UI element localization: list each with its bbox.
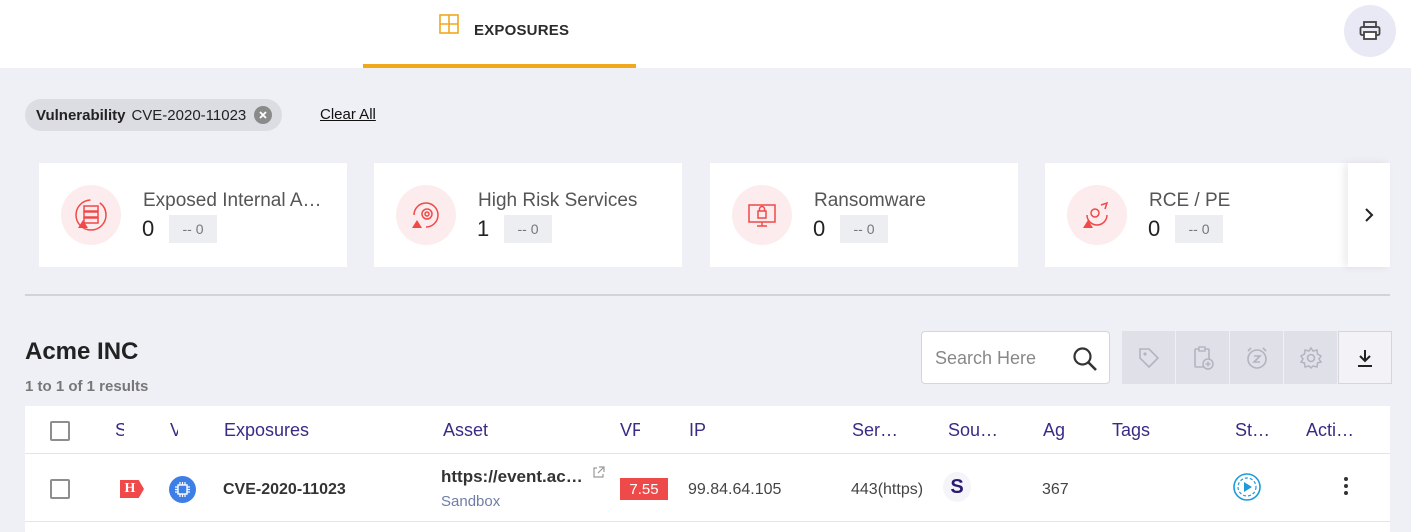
card-title: Exposed Internal A… — [143, 190, 322, 211]
column-header-vpr[interactable]: VF — [620, 420, 640, 441]
column-header-service[interactable]: Ser… — [852, 420, 898, 441]
asset-link[interactable]: https://event.ac… — [441, 467, 583, 487]
column-header-source[interactable]: Sou… — [948, 420, 998, 441]
printer-icon — [1359, 21, 1381, 40]
table-row[interactable]: H CVE-2020-11023 https://event.ac… Sandb… — [25, 454, 1390, 522]
chevron-right-icon — [1365, 208, 1374, 222]
server-alert-icon — [61, 185, 121, 245]
column-header-actions[interactable]: Acti… — [1306, 420, 1354, 441]
card-high-risk-services[interactable]: High Risk Services 1 -- 0 — [374, 163, 682, 267]
external-link-icon[interactable] — [592, 466, 605, 479]
search-box — [921, 331, 1110, 384]
vpr-score-badge: 7.55 — [620, 478, 668, 500]
tag-button[interactable] — [1122, 331, 1176, 384]
card-title: Ransomware — [814, 190, 926, 211]
search-input[interactable] — [935, 346, 1065, 370]
clipboard-add-icon — [1193, 345, 1214, 370]
results-count: 1 to 1 of 1 results — [25, 378, 149, 395]
card-delta: -- 0 — [504, 215, 552, 243]
card-delta: -- 0 — [169, 215, 217, 243]
card-title: RCE / PE — [1149, 190, 1231, 211]
search-icon[interactable] — [1072, 346, 1098, 372]
severity-badge: H — [120, 480, 144, 498]
column-header-age[interactable]: Ag — [1043, 420, 1065, 441]
card-count: 0 — [142, 216, 155, 241]
column-header-asset[interactable]: Asset — [443, 420, 488, 441]
card-count: 0 — [813, 216, 826, 241]
card-delta: -- 0 — [1175, 215, 1223, 243]
column-header-ip[interactable]: IP — [689, 420, 706, 441]
ransomware-monitor-icon — [732, 185, 792, 245]
close-icon[interactable] — [254, 106, 273, 124]
more-options-icon[interactable] — [1343, 476, 1349, 496]
cards-next-button[interactable] — [1348, 163, 1390, 267]
download-button[interactable] — [1338, 331, 1392, 384]
vulnerability-chip-icon — [169, 476, 196, 503]
divider — [25, 294, 1390, 296]
filter-chip: Vulnerability CVE-2020-11023 — [25, 99, 283, 131]
snooze-button[interactable] — [1230, 331, 1284, 384]
card-rce-pe[interactable]: RCE / PE 0 -- 0 — [1045, 163, 1353, 267]
row-checkbox[interactable] — [50, 479, 70, 499]
exposures-table: S V Exposures Asset VF IP Ser… Sou… Ag T… — [25, 406, 1390, 532]
select-all-checkbox[interactable] — [50, 421, 70, 441]
gear-cycle-alert-icon — [396, 185, 456, 245]
column-header-status[interactable]: St… — [1235, 420, 1270, 441]
ip-address: 99.84.64.105 — [688, 481, 782, 498]
page-title: Acme INC — [25, 338, 139, 365]
settings-icon — [1299, 346, 1322, 369]
service-port: 443(https) — [851, 481, 924, 498]
card-delta: -- 0 — [840, 215, 888, 243]
source-badge: S — [943, 472, 971, 502]
print-button[interactable] — [1344, 5, 1396, 57]
table-toolbar — [1122, 331, 1392, 384]
card-ransomware[interactable]: Ransomware 0 -- 0 — [710, 163, 1018, 267]
column-header-severity[interactable]: S — [115, 420, 124, 441]
table-header: S V Exposures Asset VF IP Ser… Sou… Ag T… — [25, 406, 1390, 454]
snooze-icon — [1246, 346, 1267, 369]
asset-environment: Sandbox — [441, 493, 501, 510]
card-title: High Risk Services — [478, 190, 638, 211]
clear-all-link[interactable]: Clear All — [320, 106, 376, 123]
card-exposed-internal[interactable]: Exposed Internal A… 0 -- 0 — [39, 163, 347, 267]
column-header-exposures[interactable]: Exposures — [224, 420, 309, 441]
card-count: 0 — [1148, 216, 1161, 241]
card-count: 1 — [477, 216, 490, 241]
filter-chip-value: CVE-2020-11023 — [131, 106, 247, 124]
play-status-icon[interactable] — [1232, 472, 1262, 502]
grid-icon — [439, 14, 459, 34]
top-bar: EXPOSURES — [0, 0, 1411, 68]
settings-button[interactable] — [1284, 331, 1338, 384]
download-icon — [1358, 349, 1372, 367]
filter-chip-key: Vulnerability — [36, 106, 126, 124]
add-to-report-button[interactable] — [1176, 331, 1230, 384]
tab-label: EXPOSURES — [474, 22, 570, 39]
column-header-tags[interactable]: Tags — [1112, 420, 1150, 441]
tag-icon — [1138, 347, 1159, 368]
exposure-id-link[interactable]: CVE-2020-11023 — [223, 481, 346, 499]
tab-exposures[interactable]: EXPOSURES — [363, 0, 636, 68]
asset-age: 367 — [1042, 481, 1069, 498]
bug-alert-icon — [1067, 185, 1127, 245]
column-header-vuln[interactable]: V — [170, 420, 178, 441]
